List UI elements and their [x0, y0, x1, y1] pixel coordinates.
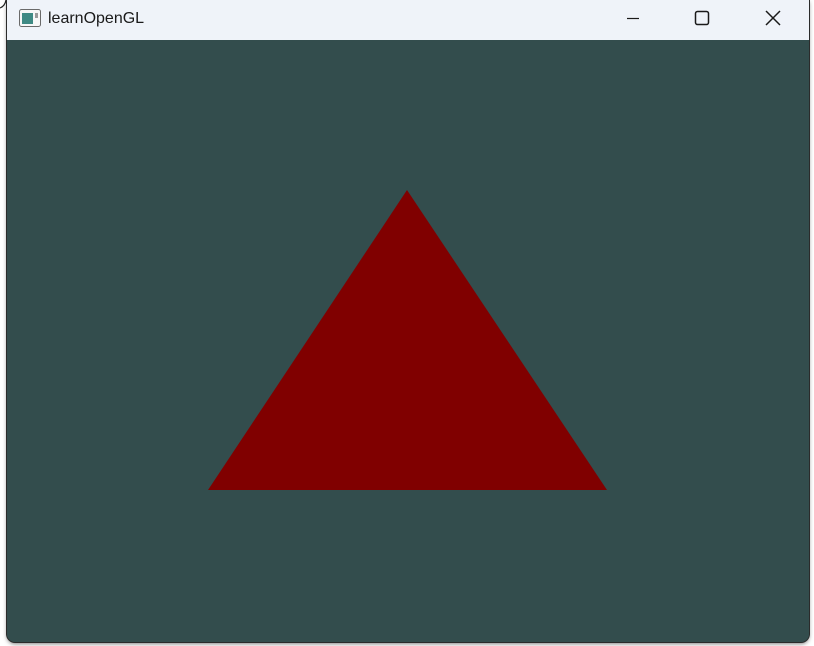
close-button[interactable]: [750, 0, 796, 36]
window-title: learnOpenGL: [48, 10, 145, 27]
minimize-button[interactable]: [610, 0, 656, 36]
maximize-button[interactable]: [679, 0, 725, 36]
title-bar[interactable]: learnOpenGL: [7, 0, 809, 40]
desktop-edge-mark: [0, 0, 7, 9]
render-surface: [208, 190, 607, 490]
app-window: learnOpenGL: [7, 0, 809, 642]
red-triangle: [208, 190, 607, 490]
render-viewport[interactable]: [7, 40, 809, 642]
close-icon: [765, 10, 781, 26]
maximize-icon: [694, 10, 710, 26]
minimize-icon: [627, 17, 639, 20]
opengl-app-icon: [19, 9, 41, 27]
